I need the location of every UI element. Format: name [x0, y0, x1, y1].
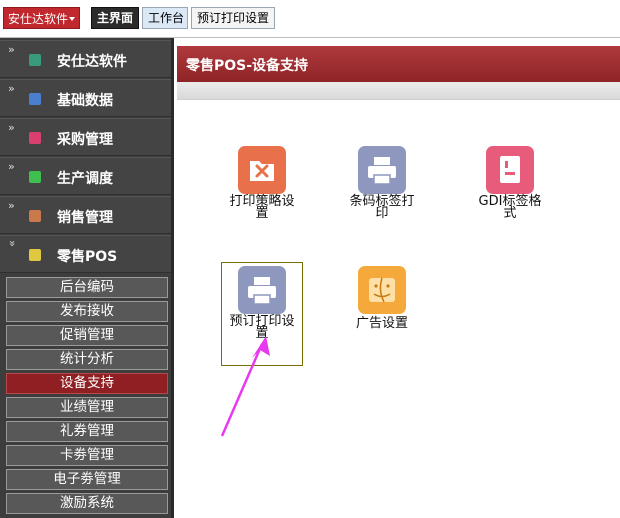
app-menu-button[interactable]: 安仕达软件: [3, 7, 80, 29]
sidebar-item-publish-receive[interactable]: 发布接收: [6, 301, 168, 322]
sidebar-item-statistics[interactable]: 统计分析: [6, 349, 168, 370]
double-chevron-icon: ››: [8, 43, 15, 56]
tile-print-strategy[interactable]: 打印策略设置: [225, 146, 299, 226]
tile-label: 打印策略设置: [229, 194, 295, 221]
double-chevron-icon: ››: [8, 160, 15, 173]
panel-subheader: [177, 82, 620, 100]
page-title: 零售POS-设备支持: [186, 58, 309, 74]
sidebar-item-device-support[interactable]: 设备支持: [6, 373, 168, 394]
tile-label: 广告设置: [355, 316, 408, 331]
sidebar-category-label: 基础数据: [57, 93, 113, 109]
folder-tools-icon: [238, 146, 286, 194]
sidebar-category-anshida[interactable]: ›› 安仕达软件: [0, 40, 171, 78]
sidebar: ›› 安仕达软件 ›› 基础数据 ›› 采购管理 ›› 生产调度 ›› 销售管理…: [0, 38, 174, 518]
tile-advertising-settings[interactable]: 广告设置: [345, 266, 419, 346]
sidebar-category-label: 销售管理: [57, 210, 113, 226]
double-chevron-down-icon: ››: [5, 240, 19, 245]
sidebar-category-label: 零售POS: [57, 249, 118, 265]
sidebar-item-e-voucher[interactable]: 电子劵管理: [6, 469, 168, 490]
category-icon: [29, 210, 41, 222]
sidebar-item-performance[interactable]: 业绩管理: [6, 397, 168, 418]
category-icon: [29, 249, 41, 261]
category-icon: [29, 93, 41, 105]
top-bar: 安仕达软件 主界面 工作台 预订打印设置: [0, 0, 620, 38]
sidebar-category-production[interactable]: ›› 生产调度: [0, 157, 171, 195]
sidebar-item-gift-voucher[interactable]: 礼券管理: [6, 421, 168, 442]
sidebar-category-sales[interactable]: ›› 销售管理: [0, 196, 171, 234]
category-icon: [29, 54, 41, 66]
tile-barcode-label-print[interactable]: 条码标签打印: [345, 146, 419, 226]
main-panel: 零售POS-设备支持 打印策略设置 条码标签打印 GDI标签格式 预订打印设置 …: [177, 38, 620, 518]
sidebar-item-card-voucher[interactable]: 卡劵管理: [6, 445, 168, 466]
sidebar-category-label: 安仕达软件: [57, 54, 127, 70]
tile-gdi-label-format[interactable]: GDI标签格式: [473, 146, 547, 226]
sidebar-category-label: 生产调度: [57, 171, 113, 187]
sidebar-item-promotion[interactable]: 促销管理: [6, 325, 168, 346]
double-chevron-icon: ››: [8, 82, 15, 95]
printer-icon: [238, 266, 286, 314]
chevron-down-icon: [69, 17, 75, 21]
sidebar-item-incentive[interactable]: 激励系统: [6, 493, 168, 514]
sidebar-category-retail-pos[interactable]: ›› 零售POS: [0, 235, 171, 273]
sidebar-category-purchasing[interactable]: ›› 采购管理: [0, 118, 171, 156]
sidebar-item-backend-coding[interactable]: 后台编码: [6, 277, 168, 298]
finder-icon: [358, 266, 406, 314]
document-icon: [486, 146, 534, 194]
sidebar-category-basic-data[interactable]: ›› 基础数据: [0, 79, 171, 117]
double-chevron-icon: ››: [8, 199, 15, 212]
tab-preorder-print-settings[interactable]: 预订打印设置: [191, 7, 275, 29]
sidebar-category-label: 采购管理: [57, 132, 113, 148]
tile-label: GDI标签格式: [478, 194, 542, 221]
printer-icon: [358, 146, 406, 194]
tab-main[interactable]: 主界面: [91, 7, 139, 29]
double-chevron-icon: ››: [8, 121, 15, 134]
tile-label: 条码标签打印: [349, 194, 415, 221]
annotation-arrow-icon: [220, 336, 270, 437]
category-icon: [29, 132, 41, 144]
app-menu-label: 安仕达软件: [8, 12, 69, 26]
category-icon: [29, 171, 41, 183]
tab-workbench[interactable]: 工作台: [142, 7, 188, 29]
panel-header: 零售POS-设备支持: [177, 46, 620, 82]
